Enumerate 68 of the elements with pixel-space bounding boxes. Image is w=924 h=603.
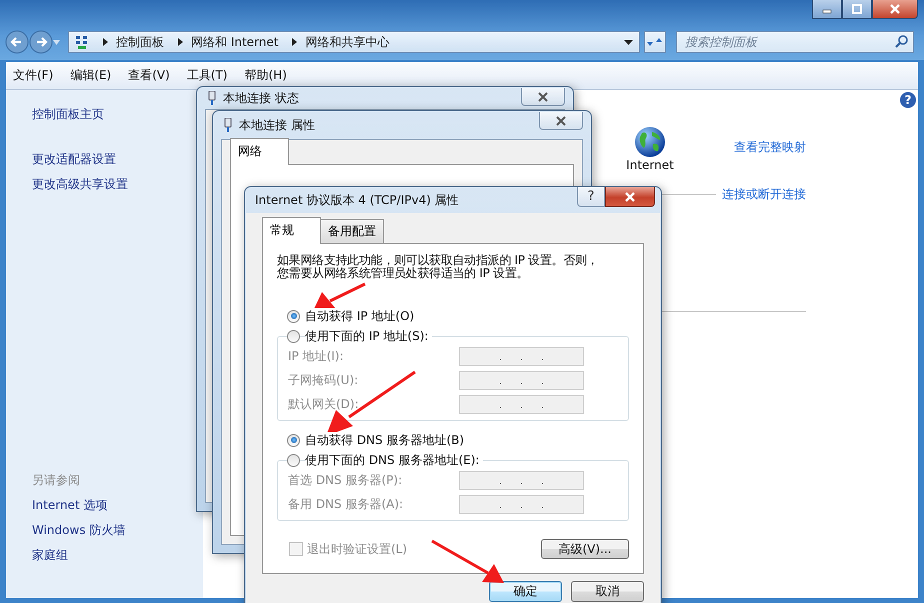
help-button[interactable]: ?	[577, 187, 605, 207]
breadcrumb-item[interactable]: 网络和共享中心	[305, 34, 390, 50]
menu-item[interactable]: 查看(V)	[128, 67, 170, 84]
close-button[interactable]	[521, 88, 565, 106]
radio-button[interactable]	[287, 310, 300, 322]
ok-button[interactable]: 确定	[489, 581, 562, 602]
search-field[interactable]: 搜索控制面板	[676, 31, 914, 53]
close-icon	[890, 4, 900, 14]
dialog-title: Internet 协议版本 4 (TCP/IPv4) 属性	[255, 192, 459, 208]
refresh-button[interactable]	[644, 31, 666, 53]
sidebar-link[interactable]: Windows 防火墙	[32, 518, 126, 543]
radio-button[interactable]	[287, 330, 300, 342]
chevron-icon[interactable]	[292, 38, 298, 46]
tab[interactable]: 常规	[262, 217, 321, 244]
sidebar-link[interactable]: 更改高级共享设置	[32, 172, 128, 197]
advanced-button[interactable]: 高级(V)...	[541, 539, 629, 559]
close-icon	[537, 92, 549, 102]
close-button[interactable]	[539, 112, 583, 130]
radio-label[interactable]: 使用下面的 DNS 服务器地址(E):	[305, 452, 484, 468]
field-label: IP 地址(I):	[288, 348, 344, 365]
chevron-icon[interactable]	[103, 38, 108, 46]
dropdown-arrow-icon[interactable]	[624, 40, 633, 44]
map-link[interactable]: 查看完整映射	[734, 139, 806, 156]
annotation-arrow	[313, 282, 366, 311]
description-text: 您需要从网络系统管理员处获得适当的 IP 设置。	[277, 267, 528, 280]
breadcrumb-item[interactable]: 控制面板	[116, 34, 164, 50]
radio-button[interactable]	[287, 454, 300, 466]
chevron-icon[interactable]	[178, 38, 183, 46]
field-label: 子网掩码(U):	[288, 372, 358, 389]
tab[interactable]: 备用配置	[320, 219, 384, 243]
close-icon	[555, 116, 567, 126]
search-icon[interactable]	[895, 35, 908, 48]
network-label: Internet	[626, 158, 674, 172]
field-label: 首选 DNS 服务器(P):	[288, 472, 402, 489]
help-button[interactable]: ?	[900, 92, 916, 108]
radio-label[interactable]: 使用下面的 IP 地址(S):	[305, 328, 432, 344]
maximize-icon	[852, 4, 862, 14]
menu-item[interactable]: 帮助(H)	[244, 67, 287, 84]
radio-button[interactable]	[287, 434, 300, 446]
plug-icon	[207, 91, 217, 105]
close-icon	[624, 192, 636, 202]
minimize-button[interactable]	[812, 0, 842, 19]
sidebar-link[interactable]: Internet 选项	[32, 493, 108, 518]
description-text: 如果网络支持此功能，则可以获取自动指派的 IP 设置。否则，	[277, 254, 598, 267]
close-button[interactable]	[872, 0, 918, 19]
cancel-button[interactable]: 取消	[571, 581, 644, 602]
field-label: 备用 DNS 服务器(A):	[288, 496, 404, 513]
forward-button[interactable]	[29, 30, 53, 54]
sidebar-link[interactable]: 控制面板主页	[32, 102, 104, 127]
sidebar-link[interactable]: 家庭组	[32, 543, 68, 568]
menu-item[interactable]: 文件(F)	[13, 67, 54, 84]
network-grid-icon	[75, 35, 89, 49]
menu-item[interactable]: 工具(T)	[186, 67, 228, 84]
window-title: 本地连接 属性	[239, 116, 315, 134]
window-title: 本地连接 状态	[223, 90, 299, 106]
globe-icon	[634, 126, 666, 158]
connect-link[interactable]: 连接或断开连接	[722, 186, 806, 203]
plug-icon	[223, 118, 233, 132]
sidebar-link[interactable]: 更改适配器设置	[32, 147, 116, 172]
field-label: 默认网关(D):	[288, 396, 359, 413]
tab[interactable]: 网络	[230, 138, 289, 165]
close-button[interactable]	[605, 187, 655, 207]
breadcrumb-item[interactable]: 网络和 Internet	[191, 34, 278, 50]
see-also-heading: 另请参阅	[32, 472, 80, 489]
address-bar[interactable]: 控制面板 网络和 Internet 网络和共享中心	[68, 31, 640, 53]
maximize-button[interactable]	[842, 0, 872, 19]
back-button[interactable]	[5, 30, 29, 54]
menu-item[interactable]: 编辑(E)	[70, 67, 112, 84]
